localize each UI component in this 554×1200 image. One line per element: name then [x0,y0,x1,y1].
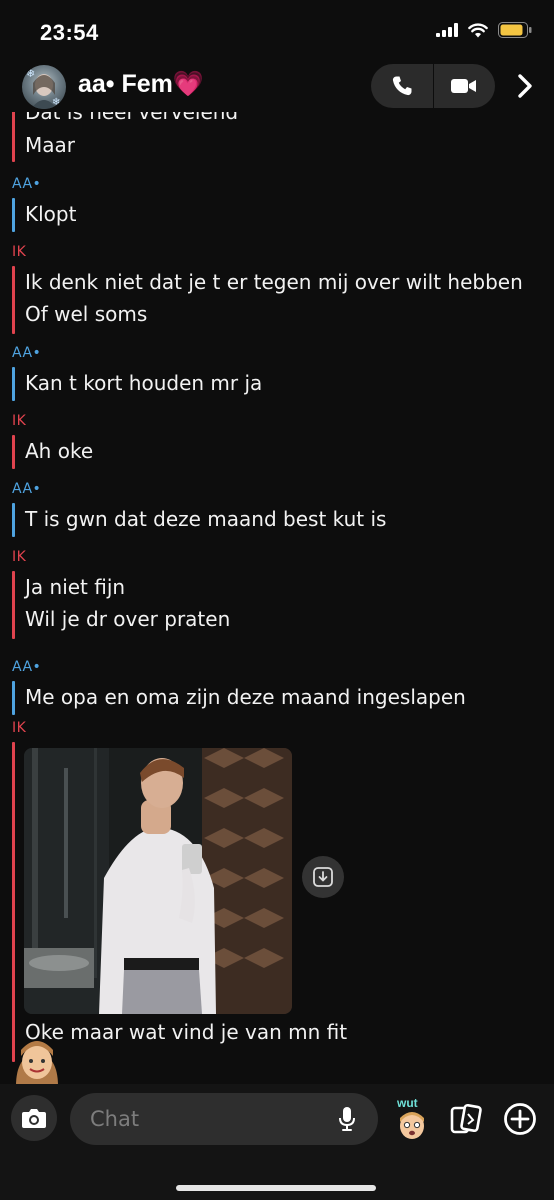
status-time: 23:54 [40,20,99,45]
camera-icon [22,1109,46,1128]
message-bar-friend [12,198,15,232]
status-icons [436,22,532,38]
bitmoji-sticker-text: wut [396,1096,418,1110]
message-text: Klopt [25,202,77,226]
phone-icon [392,76,412,96]
photo-caption: Oke maar wat vind je van mn fit [25,1020,348,1044]
battery-icon [498,22,532,38]
sender-label: AA• [12,481,42,497]
microphone-icon[interactable] [338,1106,356,1132]
svg-text:❄: ❄ [26,67,35,80]
message-text: Dat is heel vervelend [25,112,239,124]
call-buttons [371,64,495,108]
message-text: Wil je dr over praten [25,607,231,631]
wifi-icon [468,22,488,37]
chat-header: ❄ ❄ aa• Fem💗 [0,62,554,112]
contact-name[interactable]: aa• Fem💗 [78,70,204,99]
sender-label: AA• [12,345,42,361]
sender-label: IK [12,549,27,565]
message-text: T is gwn dat deze maand best kut is [25,507,387,531]
video-icon [451,79,477,93]
plus-icon[interactable] [503,1102,537,1136]
sender-label: IK [12,244,27,260]
cards-icon[interactable] [448,1102,484,1138]
message-text: Maar [25,133,75,157]
message-bar-friend [12,681,15,715]
message-bar-me [12,266,15,334]
chat-screen: 23:54 ❄ ❄ aa• Fem💗 Dat is heel vervelend… [0,0,554,1200]
message-bar-me [12,571,15,639]
chat-input-container [70,1093,378,1145]
photo-attachment[interactable] [24,748,292,1014]
message-text: Of wel soms [25,302,148,326]
message-text: Ik denk niet dat je t er tegen mij over … [25,270,523,294]
message-bar-me [12,112,15,162]
camera-button[interactable] [11,1095,57,1141]
video-call-button[interactable] [433,64,495,108]
bitmoji-sticker-button[interactable]: wut [392,1096,432,1144]
chat-input[interactable] [90,1093,330,1145]
message-bar-me [12,742,15,1062]
save-photo-button[interactable] [302,856,344,898]
message-bar-friend [12,367,15,401]
message-text: Ah oke [25,439,94,463]
sender-label: AA• [12,176,42,192]
download-icon [313,867,333,887]
voice-call-button[interactable] [371,64,433,108]
sender-label: IK [12,720,27,736]
contact-avatar[interactable]: ❄ ❄ [22,65,66,109]
composer-bar: wut [0,1084,554,1200]
home-indicator[interactable] [176,1185,376,1191]
status-bar: 23:54 [0,0,554,62]
message-list[interactable]: Dat is heel vervelend Maar AA• Klopt IK … [0,112,554,1072]
message-text: Kan t kort houden mr ja [25,371,263,395]
message-text: Ja niet fijn [25,575,126,599]
signal-icon [436,23,458,37]
svg-text:❄: ❄ [52,97,60,108]
sender-label: IK [12,413,27,429]
message-text: Me opa en oma zijn deze maand ingeslapen [25,685,466,709]
sender-label: AA• [12,659,42,675]
message-bar-me [12,435,15,469]
friend-bitmoji [10,1034,64,1086]
message-bar-friend [12,503,15,537]
chevron-right-icon[interactable] [512,73,538,99]
